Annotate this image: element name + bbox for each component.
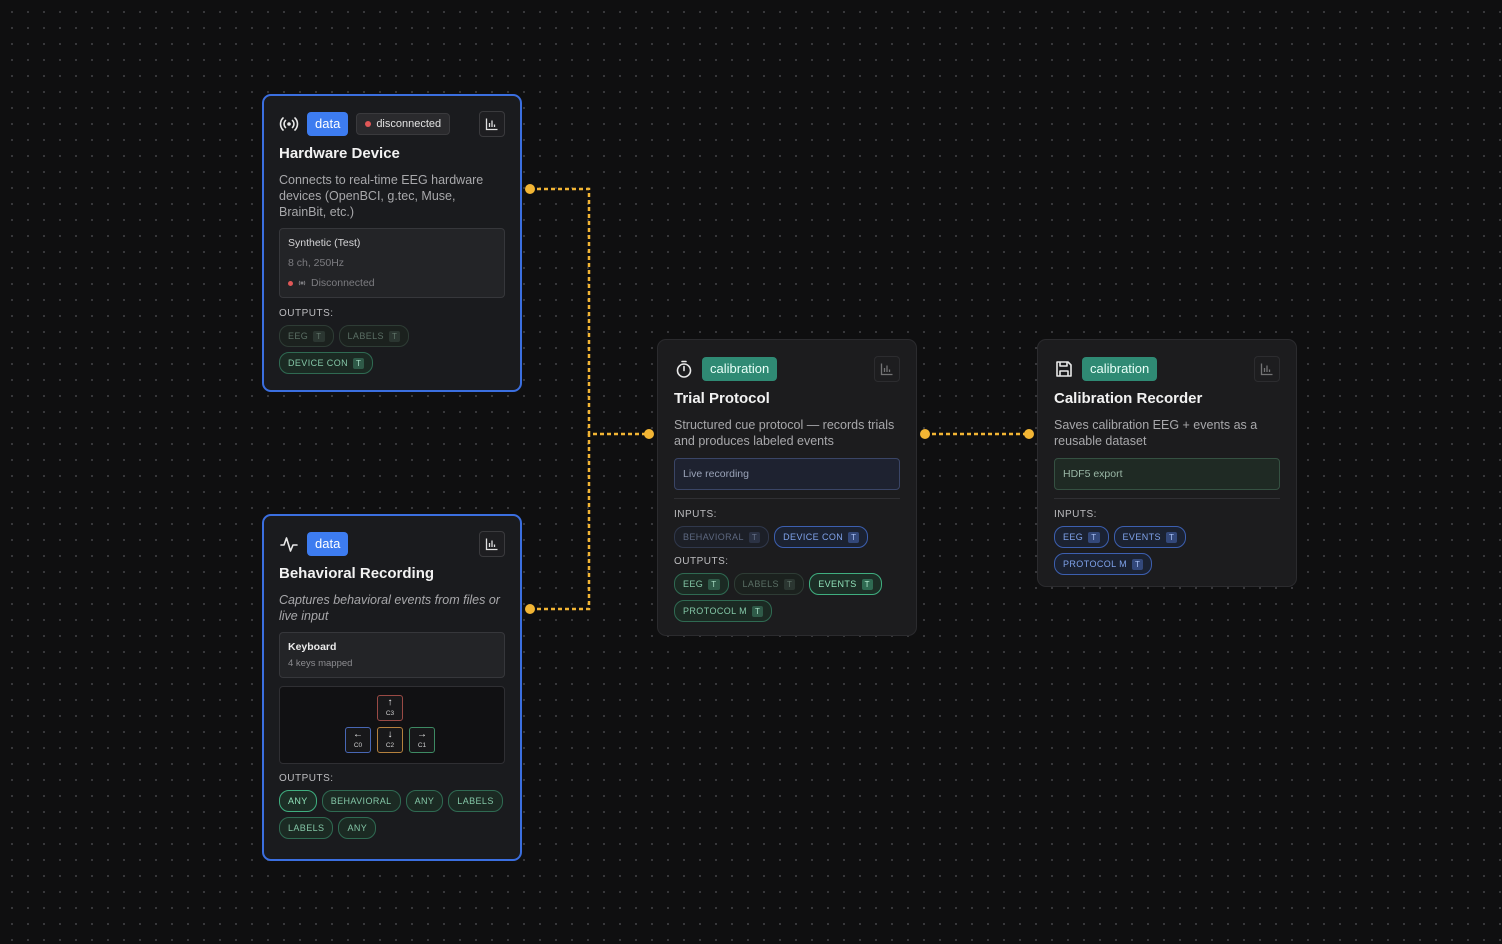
category-badge: data [307, 532, 349, 556]
handle-trial-in[interactable] [644, 429, 654, 439]
node-description: Connects to real-time EEG hardware devic… [279, 173, 484, 219]
output-port-eeg[interactable]: EEG T [279, 325, 334, 347]
handle-behavioral-out[interactable] [525, 604, 535, 614]
node-title: Behavioral Recording [279, 565, 435, 582]
bar-chart-icon [485, 118, 498, 131]
output-port-labels[interactable]: LABELS [279, 817, 334, 839]
source-name: Keyboard [288, 641, 337, 653]
outputs-list: EEG T LABELS T DEVICE CON T [279, 325, 505, 374]
bar-chart-icon [485, 538, 498, 551]
key-right[interactable]: → C1 [409, 727, 435, 753]
category-badge: calibration [702, 357, 778, 381]
format-box[interactable]: HDF5 export [1054, 458, 1280, 490]
category-badge: calibration [1082, 357, 1158, 381]
status-dot [288, 280, 293, 286]
output-port-labels[interactable]: LABELS T [733, 573, 805, 595]
key-down[interactable]: ↓ C2 [377, 727, 403, 753]
save-icon [1054, 359, 1074, 379]
output-port-any[interactable]: ANY [338, 817, 377, 839]
category-badge: data [307, 112, 349, 136]
handle-recorder-in[interactable] [1024, 429, 1034, 439]
chart-button[interactable] [874, 356, 900, 382]
chart-button[interactable] [1254, 356, 1280, 382]
input-port-events[interactable]: EVENTS T [1113, 526, 1187, 548]
input-port-device-con[interactable]: DEVICE CON T [774, 526, 869, 548]
edge-behavioral-to-trial[interactable] [530, 434, 591, 611]
signal-icon [298, 280, 306, 286]
output-port-device-con[interactable]: DEVICE CON T [279, 352, 374, 374]
node-title: Hardware Device [279, 145, 400, 162]
output-port-protocol-m[interactable]: PROTOCOL MT [674, 600, 773, 622]
node-title: Trial Protocol [674, 390, 770, 407]
output-port-eeg[interactable]: EEG T [674, 573, 729, 595]
arrow-right-icon: → [417, 729, 427, 740]
output-port-behavioral[interactable]: BEHAVIORAL [321, 790, 401, 812]
node-description: Saves calibration EEG + events as a reus… [1054, 418, 1258, 448]
node-calibration-recorder[interactable]: calibration Calibration Recorder Saves c… [1037, 339, 1297, 587]
arrow-left-icon: ← [353, 729, 363, 740]
divider [1054, 498, 1280, 499]
device-spec: 8 ch, 250Hz [288, 257, 345, 269]
input-port-eeg[interactable]: EEG T [1054, 526, 1109, 548]
inputs-label: INPUTS: [1054, 509, 1097, 520]
device-status: Disconnected [288, 277, 496, 289]
divider [674, 498, 900, 499]
handle-hardware-out[interactable] [525, 184, 535, 194]
inputs-list: BEHAVIORAL T DEVICE CON T [674, 526, 900, 548]
connection-status-badge: disconnected [356, 113, 451, 135]
key-up[interactable]: ↑ C3 [377, 695, 403, 721]
status-text: disconnected [376, 118, 442, 130]
device-info-box[interactable]: Synthetic (Test) 8 ch, 250Hz Disconnecte… [279, 228, 505, 298]
device-status-text: Disconnected [311, 277, 375, 289]
bar-chart-icon [880, 363, 893, 376]
output-port-any[interactable]: ANY [405, 790, 444, 812]
node-behavioral-recording[interactable]: data Behavioral Recording Captures behav… [262, 514, 522, 861]
output-port-any[interactable]: ANY [279, 790, 317, 812]
input-port-behavioral[interactable]: BEHAVIORAL T [674, 526, 770, 548]
node-description: Captures behavioral events from files or… [279, 593, 500, 623]
timer-icon [674, 359, 694, 379]
key-left[interactable]: ← C0 [345, 727, 371, 753]
arrow-down-icon: ↓ [387, 729, 393, 740]
inputs-label: INPUTS: [674, 509, 717, 520]
device-name: Synthetic (Test) [288, 237, 361, 249]
broadcast-icon [279, 114, 299, 134]
node-trial-protocol[interactable]: calibration Trial Protocol Structured cu… [657, 339, 917, 636]
output-port-events[interactable]: EVENTS T [809, 573, 882, 595]
edge-hardware-to-trial[interactable] [530, 187, 649, 436]
source-detail: 4 keys mapped [288, 658, 353, 669]
bar-chart-icon [1260, 363, 1273, 376]
key-mapping-pad: ↑ C3 ← C0 ↓ C2 → C1 [279, 686, 505, 764]
status-dot [365, 121, 372, 127]
node-title: Calibration Recorder [1054, 390, 1203, 407]
node-description: Structured cue protocol — records trials… [674, 418, 895, 448]
mode-box[interactable]: Live recording [674, 458, 900, 490]
output-port-labels[interactable]: LABELS [448, 790, 503, 812]
outputs-list: EEG T LABELS T EVENTS T PROTOCOL MT [674, 573, 900, 622]
arrow-up-icon: ↑ [387, 697, 393, 708]
chart-button[interactable] [479, 531, 505, 557]
chart-button[interactable] [479, 111, 505, 137]
activity-icon [279, 534, 299, 554]
input-port-protocol-m[interactable]: PROTOCOL MT [1054, 553, 1153, 575]
input-source-box[interactable]: Keyboard 4 keys mapped [279, 632, 505, 678]
outputs-list: ANY BEHAVIORAL ANY LABELS LABELS ANY [279, 790, 505, 839]
outputs-label: OUTPUTS: [279, 773, 334, 784]
outputs-label: OUTPUTS: [279, 308, 334, 319]
node-hardware-device[interactable]: data disconnected Hardware Device Connec… [262, 94, 522, 392]
handle-trial-out[interactable] [920, 429, 930, 439]
inputs-list: EEG T EVENTS T PROTOCOL MT [1054, 526, 1280, 575]
output-port-labels[interactable]: LABELS T [338, 325, 410, 347]
outputs-label: OUTPUTS: [674, 556, 729, 567]
